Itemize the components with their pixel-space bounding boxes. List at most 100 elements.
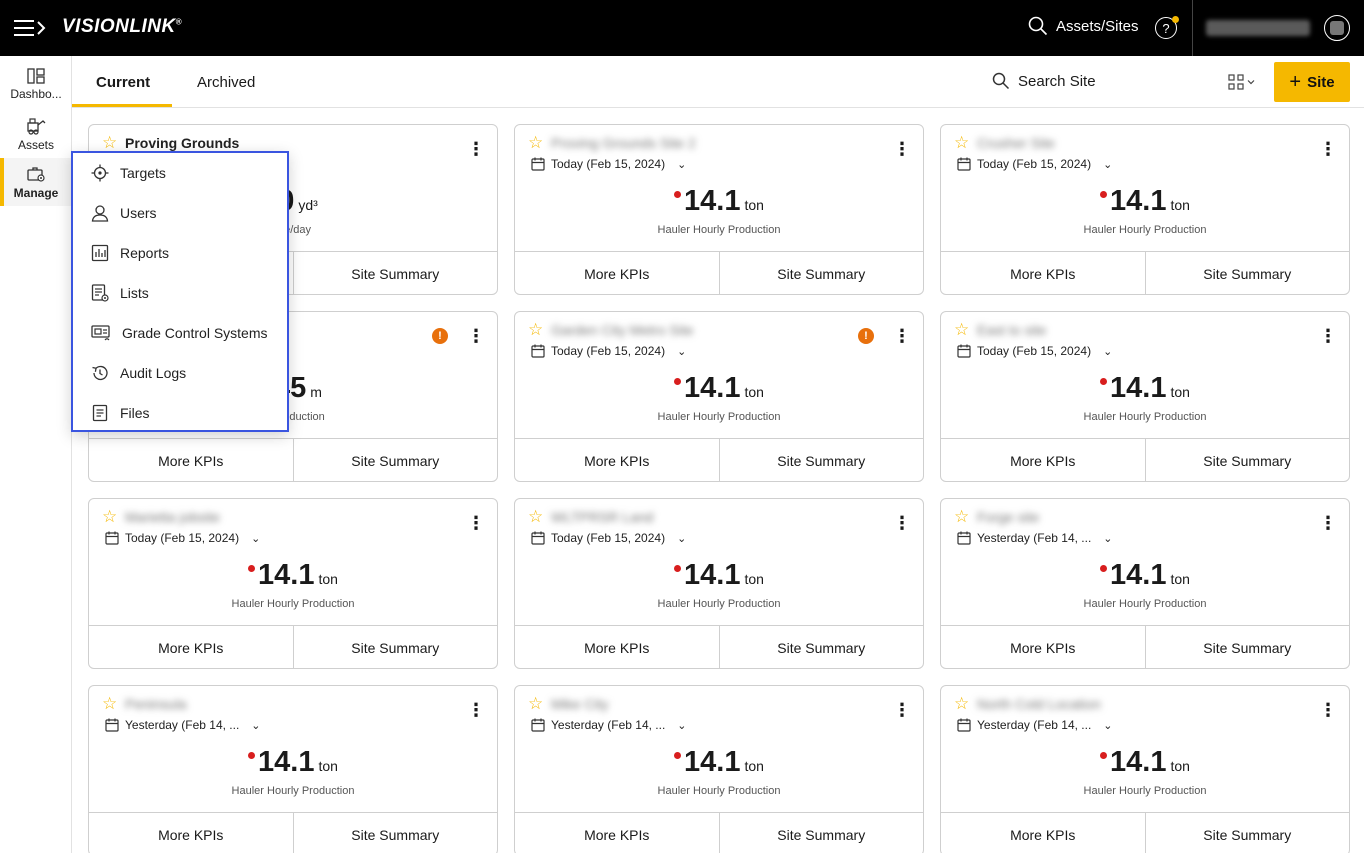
more-kpis-button[interactable]: More KPIs <box>515 626 719 668</box>
more-kpis-button[interactable]: More KPIs <box>941 813 1145 853</box>
more-options-icon[interactable]: ⋮ <box>467 139 485 159</box>
menu-item-files[interactable]: Files <box>73 393 287 433</box>
site-summary-button[interactable]: Site Summary <box>718 252 924 294</box>
favorite-star-icon[interactable]: ☆ <box>528 133 543 153</box>
more-options-icon[interactable]: ⋮ <box>893 139 911 159</box>
favorite-star-icon[interactable]: ☆ <box>954 320 969 340</box>
site-summary-button[interactable]: Site Summary <box>718 626 924 668</box>
menu-item-targets[interactable]: Targets <box>73 153 287 193</box>
view-toggle[interactable] <box>1228 74 1256 90</box>
notification-dot <box>1172 16 1179 23</box>
date-selector[interactable]: Today (Feb 15, 2024) ⌄ <box>531 344 686 358</box>
site-summary-button[interactable]: Site Summary <box>292 626 498 668</box>
site-summary-button[interactable]: Site Summary <box>1144 813 1350 853</box>
favorite-star-icon[interactable]: ☆ <box>528 507 543 527</box>
more-options-icon[interactable]: ⋮ <box>1319 139 1337 159</box>
site-summary-button[interactable]: Site Summary <box>718 439 924 481</box>
tab-archived[interactable]: Archived <box>197 74 255 91</box>
date-selector[interactable]: Yesterday (Feb 14, ... ⌄ <box>957 718 1113 732</box>
rail-item-assets[interactable]: Assets <box>0 110 72 158</box>
username-redacted[interactable] <box>1206 20 1310 36</box>
site-name[interactable]: North Cold Location <box>977 696 1101 712</box>
menu-item-users[interactable]: Users <box>73 193 287 233</box>
avatar[interactable] <box>1324 15 1350 41</box>
site-summary-button[interactable]: Site Summary <box>1144 626 1350 668</box>
warning-icon[interactable]: ! <box>858 328 874 344</box>
favorite-star-icon[interactable]: ☆ <box>102 507 117 527</box>
report-icon <box>91 244 109 262</box>
menu-item-lists[interactable]: Lists <box>73 273 287 313</box>
assets-sites-search[interactable]: Assets/Sites <box>1028 16 1139 36</box>
more-options-icon[interactable]: ⋮ <box>893 326 911 346</box>
site-summary-button[interactable]: Site Summary <box>292 439 498 481</box>
more-options-icon[interactable]: ⋮ <box>467 700 485 720</box>
visionlink-logo[interactable]: VISIONLINK® <box>62 16 182 38</box>
rail-item-dashboard[interactable]: Dashbo... <box>0 60 72 108</box>
kpi-number: 14.1 <box>1110 746 1167 778</box>
kpi-label: Hauler Hourly Production <box>657 598 781 610</box>
site-name[interactable]: Marietta jobsite <box>125 509 220 525</box>
favorite-star-icon[interactable]: ☆ <box>954 694 969 714</box>
more-kpis-button[interactable]: More KPIs <box>89 813 293 853</box>
site-summary-button[interactable]: Site Summary <box>1144 252 1350 294</box>
calendar-icon <box>105 531 119 545</box>
more-options-icon[interactable]: ⋮ <box>1319 700 1337 720</box>
card-actions: More KPIsSite Summary <box>515 812 923 853</box>
date-selector[interactable]: Today (Feb 15, 2024) ⌄ <box>105 531 260 545</box>
date-selector[interactable]: Today (Feb 15, 2024) ⌄ <box>957 157 1112 171</box>
site-name[interactable]: WLTPRSR Land <box>551 509 653 525</box>
add-site-button[interactable]: + Site <box>1274 62 1350 102</box>
date-label: Today (Feb 15, 2024) <box>125 531 240 545</box>
menu-item-reports[interactable]: Reports <box>73 233 287 273</box>
date-selector[interactable]: Yesterday (Feb 14, ... ⌄ <box>531 718 687 732</box>
active-tab-indicator <box>72 104 172 107</box>
menu-toggle-button[interactable] <box>14 16 48 40</box>
more-kpis-button[interactable]: More KPIs <box>941 626 1145 668</box>
warning-icon[interactable]: ! <box>432 328 448 344</box>
date-selector[interactable]: Yesterday (Feb 14, ... ⌄ <box>105 718 261 732</box>
card-actions: More KPIsSite Summary <box>941 812 1349 853</box>
history-icon <box>92 365 108 381</box>
help-button[interactable]: ? <box>1155 16 1179 39</box>
favorite-star-icon[interactable]: ☆ <box>102 133 117 153</box>
more-kpis-button[interactable]: More KPIs <box>515 813 719 853</box>
site-name[interactable]: Proving Grounds Site 2 <box>551 135 696 151</box>
more-options-icon[interactable]: ⋮ <box>467 513 485 533</box>
site-summary-button[interactable]: Site Summary <box>292 813 498 853</box>
date-selector[interactable]: Today (Feb 15, 2024) ⌄ <box>531 531 686 545</box>
more-options-icon[interactable]: ⋮ <box>893 700 911 720</box>
site-name[interactable]: Garden City Metro Site <box>551 322 693 338</box>
site-summary-button[interactable]: Site Summary <box>292 252 498 294</box>
site-name[interactable]: Forge site <box>977 509 1039 525</box>
menu-item-audit-logs[interactable]: Audit Logs <box>73 353 287 393</box>
more-kpis-button[interactable]: More KPIs <box>941 252 1145 294</box>
favorite-star-icon[interactable]: ☆ <box>528 694 543 714</box>
site-name[interactable]: East to site <box>977 322 1046 338</box>
date-selector[interactable]: Today (Feb 15, 2024) ⌄ <box>531 157 686 171</box>
rail-item-manage[interactable]: Manage <box>0 158 72 206</box>
more-kpis-button[interactable]: More KPIs <box>515 252 719 294</box>
site-search[interactable]: Search Site <box>992 72 1096 90</box>
more-kpis-button[interactable]: More KPIs <box>89 439 293 481</box>
more-options-icon[interactable]: ⋮ <box>1319 326 1337 346</box>
tab-current[interactable]: Current <box>96 74 150 91</box>
more-kpis-button[interactable]: More KPIs <box>89 626 293 668</box>
site-summary-button[interactable]: Site Summary <box>718 813 924 853</box>
site-name[interactable]: Mike City <box>551 696 609 712</box>
favorite-star-icon[interactable]: ☆ <box>954 133 969 153</box>
site-summary-button[interactable]: Site Summary <box>1144 439 1350 481</box>
favorite-star-icon[interactable]: ☆ <box>102 694 117 714</box>
date-selector[interactable]: Yesterday (Feb 14, ... ⌄ <box>957 531 1113 545</box>
more-options-icon[interactable]: ⋮ <box>467 326 485 346</box>
more-kpis-button[interactable]: More KPIs <box>515 439 719 481</box>
menu-item-grade-control-systems[interactable]: Grade Control Systems <box>73 313 287 353</box>
site-name[interactable]: Peninsula <box>125 696 187 712</box>
favorite-star-icon[interactable]: ☆ <box>954 507 969 527</box>
date-selector[interactable]: Today (Feb 15, 2024) ⌄ <box>957 344 1112 358</box>
more-options-icon[interactable]: ⋮ <box>1319 513 1337 533</box>
more-kpis-button[interactable]: More KPIs <box>941 439 1145 481</box>
more-options-icon[interactable]: ⋮ <box>893 513 911 533</box>
site-name[interactable]: Proving Grounds <box>125 135 239 151</box>
favorite-star-icon[interactable]: ☆ <box>528 320 543 340</box>
site-name[interactable]: Crusher Site <box>977 135 1055 151</box>
